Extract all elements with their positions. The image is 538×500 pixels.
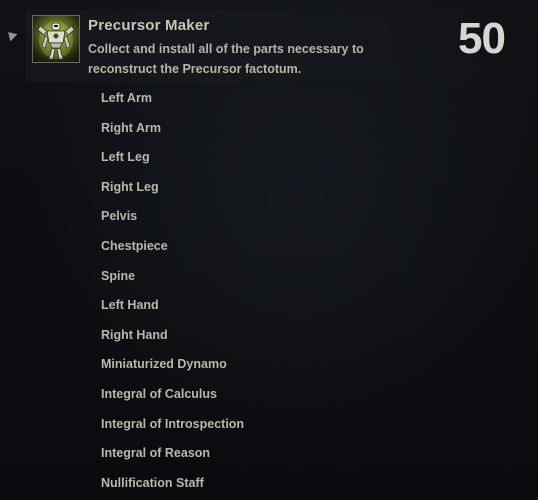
achievement-description: Collect and install all of the parts nec… [88, 42, 364, 76]
criteria-item-spine: Spine [101, 268, 136, 283]
achievement-points: 50 [458, 14, 506, 63]
criteria-item-right-leg: Right Leg [101, 179, 159, 194]
triangle-collapse-icon[interactable] [4, 28, 18, 42]
criteria-item-left-arm: Left Arm [101, 91, 152, 105]
criteria-item-left-leg: Left Leg [101, 150, 150, 165]
criteria-list: Left Arm Right Arm Left Leg Right Leg Pe… [101, 86, 244, 500]
criteria-item-right-arm: Right Arm [101, 120, 161, 135]
criteria-item-miniaturized-dynamo: Miniaturized Dynamo [101, 357, 227, 372]
criteria-item-integral-of-calculus: Integral of Calculus [101, 386, 217, 401]
criteria-item-left-hand: Left Hand [101, 298, 159, 313]
criteria-item-nullification-staff: Nullification Staff [101, 475, 204, 490]
criteria-item-right-hand: Right Hand [101, 327, 168, 342]
factotum-icon [32, 15, 80, 63]
criteria-item-integral-of-introspection: Integral of Introspection [101, 416, 245, 431]
criteria-item-chestpiece: Chestpiece [101, 238, 168, 253]
criteria-item-integral-of-reason: Integral of Reason [101, 446, 211, 461]
criteria-item-pelvis: Pelvis [101, 209, 138, 224]
achievement-title: Precursor Maker [88, 17, 210, 34]
achievement-panel: Precursor Maker Collect and install all … [0, 0, 538, 497]
